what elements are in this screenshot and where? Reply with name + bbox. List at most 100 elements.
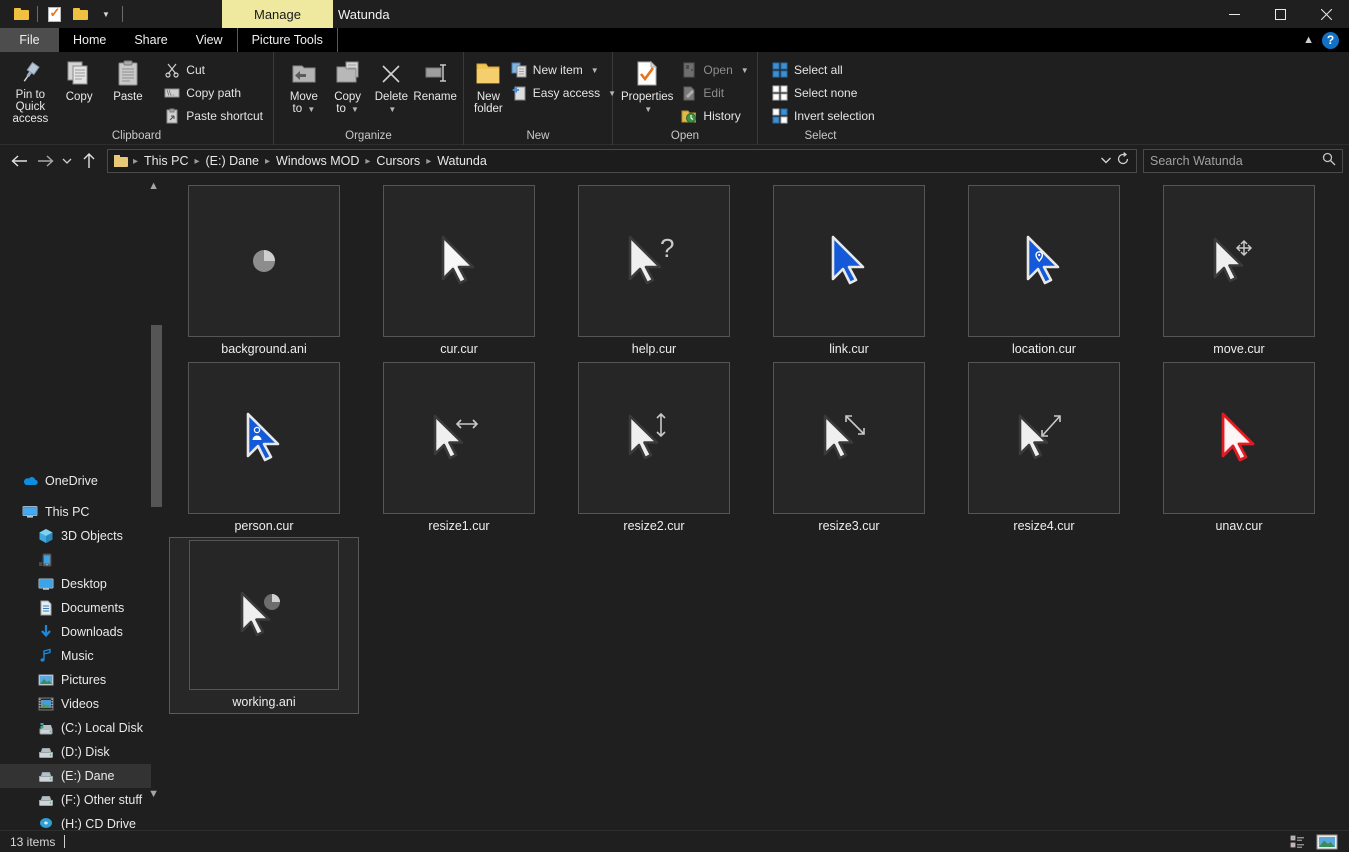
file-tile-resize1-cur[interactable]: resize1.cur bbox=[364, 360, 554, 537]
breadcrumb-sep-2[interactable]: ▸ bbox=[264, 156, 271, 167]
properties-icon bbox=[633, 60, 661, 88]
easy-access-button[interactable]: Easy access ▼ bbox=[507, 82, 620, 104]
breadcrumb-sep-4[interactable]: ▸ bbox=[425, 156, 432, 167]
file-tile-location-cur[interactable]: location.cur bbox=[949, 183, 1139, 360]
file-tile-working-ani[interactable]: working.ani bbox=[169, 537, 359, 714]
chevron-down-icon[interactable]: ▼ bbox=[591, 66, 599, 75]
sidebar-item-pictures[interactable]: Pictures bbox=[0, 668, 151, 692]
file-tile-cur-cur[interactable]: cur.cur bbox=[364, 183, 554, 360]
up-arrow-icon[interactable] bbox=[76, 148, 102, 174]
search-input[interactable]: Search Watunda bbox=[1143, 149, 1343, 173]
properties-button[interactable]: Properties ▼ bbox=[621, 56, 673, 116]
customize-caret-icon[interactable]: ▼ bbox=[93, 1, 119, 27]
details-view-button[interactable] bbox=[1287, 833, 1311, 851]
history-button[interactable]: History bbox=[677, 105, 752, 127]
chevron-up-icon[interactable]: ▲ bbox=[1303, 34, 1314, 46]
contextual-tab-manage[interactable]: Manage bbox=[222, 0, 333, 28]
copy-button[interactable]: Copy bbox=[55, 56, 104, 103]
breadcrumb[interactable]: ▸ This PC ▸ (E:) Dane ▸ Windows MOD ▸ Cu… bbox=[107, 149, 1137, 173]
breadcrumb-sep-1[interactable]: ▸ bbox=[193, 156, 200, 167]
paste-shortcut-button[interactable]: Paste shortcut bbox=[160, 105, 267, 127]
file-tile-link-cur[interactable]: link.cur bbox=[754, 183, 944, 360]
search-icon[interactable] bbox=[1322, 152, 1336, 171]
minimize-icon[interactable] bbox=[1211, 0, 1257, 28]
tab-picture-tools[interactable]: Picture Tools bbox=[236, 28, 338, 52]
tab-share[interactable]: Share bbox=[120, 28, 181, 52]
file-tile-unav-cur[interactable]: unav.cur bbox=[1144, 360, 1334, 537]
breadcrumb-item-this-pc[interactable]: This PC bbox=[139, 154, 193, 168]
breadcrumb-sep-3[interactable]: ▸ bbox=[364, 156, 371, 167]
sidebar-item-device[interactable] bbox=[0, 548, 151, 572]
copy-to-button[interactable]: Copy to ▼ bbox=[326, 56, 370, 116]
select-all-button[interactable]: Select all bbox=[768, 59, 879, 81]
breadcrumb-item-windows-mod[interactable]: Windows MOD bbox=[271, 154, 364, 168]
edit-label: Edit bbox=[703, 86, 725, 100]
breadcrumb-item-cursors[interactable]: Cursors bbox=[371, 154, 425, 168]
breadcrumb-sep-0[interactable]: ▸ bbox=[132, 156, 139, 167]
tab-view[interactable]: View bbox=[182, 28, 237, 52]
pin-icon bbox=[17, 60, 43, 86]
sidebar-item-music[interactable]: Music bbox=[0, 644, 151, 668]
maximize-icon[interactable] bbox=[1257, 0, 1303, 28]
new-folder-icon[interactable] bbox=[67, 1, 93, 27]
open-label: Open bbox=[703, 63, 733, 77]
properties-icon[interactable] bbox=[41, 1, 67, 27]
sidebar-item-h-cd-drive[interactable]: (H:) CD Drive bbox=[0, 812, 151, 830]
address-dropdown-chevron-down-icon[interactable] bbox=[1100, 152, 1112, 170]
sidebar-item-documents[interactable]: Documents bbox=[0, 596, 151, 620]
sidebar-item-c-local-disk[interactable]: (C:) Local Disk bbox=[0, 716, 151, 740]
file-list-pane[interactable]: background.ani cur.cur ? help.cur link.c… bbox=[162, 177, 1349, 830]
large-icons-view-button[interactable] bbox=[1315, 833, 1339, 851]
save-icon[interactable] bbox=[8, 1, 34, 27]
tab-home[interactable]: Home bbox=[59, 28, 120, 52]
rename-button[interactable]: Rename bbox=[413, 56, 457, 103]
file-tile-resize4-cur[interactable]: resize4.cur bbox=[949, 360, 1139, 537]
sidebar-item-this-pc[interactable]: This PC bbox=[0, 500, 151, 524]
tab-home-label: Home bbox=[73, 33, 107, 47]
sidebar-label-pictures: Pictures bbox=[61, 673, 107, 687]
close-icon[interactable] bbox=[1303, 0, 1349, 28]
file-tile-resize2-cur[interactable]: resize2.cur bbox=[559, 360, 749, 537]
file-tile-move-cur[interactable]: move.cur bbox=[1144, 183, 1334, 360]
resize-diagonal-nwse-cursor bbox=[1018, 414, 1061, 460]
sidebar-item-downloads[interactable]: Downloads bbox=[0, 620, 151, 644]
refresh-icon[interactable] bbox=[1116, 151, 1130, 171]
paste-button[interactable]: Paste bbox=[104, 56, 153, 103]
breadcrumb-item-e-dane[interactable]: (E:) Dane bbox=[201, 154, 265, 168]
file-tile-background-ani[interactable]: background.ani bbox=[169, 183, 359, 360]
tab-file[interactable]: File bbox=[0, 28, 59, 52]
edit-button[interactable]: Edit bbox=[677, 82, 752, 104]
file-name: working.ani bbox=[232, 695, 296, 709]
ribbon-group-open-label: Open bbox=[670, 130, 700, 142]
sidebar-item-desktop[interactable]: Desktop bbox=[0, 572, 151, 596]
scroll-up-chevron-icon[interactable]: ▲ bbox=[148, 180, 159, 192]
file-tile-person-cur[interactable]: person.cur bbox=[169, 360, 359, 537]
sidebar-item-videos[interactable]: Videos bbox=[0, 692, 151, 716]
select-none-button[interactable]: Select none bbox=[768, 82, 879, 104]
file-tile-resize3-cur[interactable]: resize3.cur bbox=[754, 360, 944, 537]
chevron-down-icon[interactable]: ▼ bbox=[741, 66, 749, 75]
sidebar-item-f-other-stuff[interactable]: (F:) Other stuff bbox=[0, 788, 151, 812]
forward-arrow-icon[interactable] bbox=[32, 148, 58, 174]
sidebar-scrollbar-thumb[interactable] bbox=[151, 325, 162, 507]
sidebar-item-d-disk[interactable]: (D:) Disk bbox=[0, 740, 151, 764]
sidebar-item-3d-objects[interactable]: 3D Objects bbox=[0, 524, 151, 548]
cut-button[interactable]: Cut bbox=[160, 59, 267, 81]
sidebar-scrollbar-track[interactable] bbox=[151, 177, 162, 830]
delete-button[interactable]: Delete ▼ bbox=[370, 56, 414, 116]
sidebar-item-onedrive[interactable]: OneDrive bbox=[0, 469, 151, 493]
pin-to-quick-access-button[interactable]: Pin to Quick access bbox=[6, 56, 55, 125]
new-item-button[interactable]: New item ▼ bbox=[507, 59, 620, 81]
sidebar-item-e-dane[interactable]: (E:) Dane bbox=[0, 764, 151, 788]
invert-selection-button[interactable]: Invert selection bbox=[768, 105, 879, 127]
open-button[interactable]: Open ▼ bbox=[677, 59, 752, 81]
move-to-button[interactable]: Move to ▼ bbox=[282, 56, 326, 116]
new-folder-button[interactable]: New folder bbox=[474, 56, 503, 115]
back-arrow-icon[interactable] bbox=[6, 148, 32, 174]
link-cursor bbox=[831, 235, 865, 285]
recent-locations-chevron-down-icon[interactable] bbox=[58, 148, 76, 174]
file-tile-help-cur[interactable]: ? help.cur bbox=[559, 183, 749, 360]
copy-path-button[interactable]: \\.. Copy path bbox=[160, 82, 267, 104]
help-icon[interactable]: ? bbox=[1322, 31, 1339, 49]
breadcrumb-item-watunda[interactable]: Watunda bbox=[432, 154, 492, 168]
